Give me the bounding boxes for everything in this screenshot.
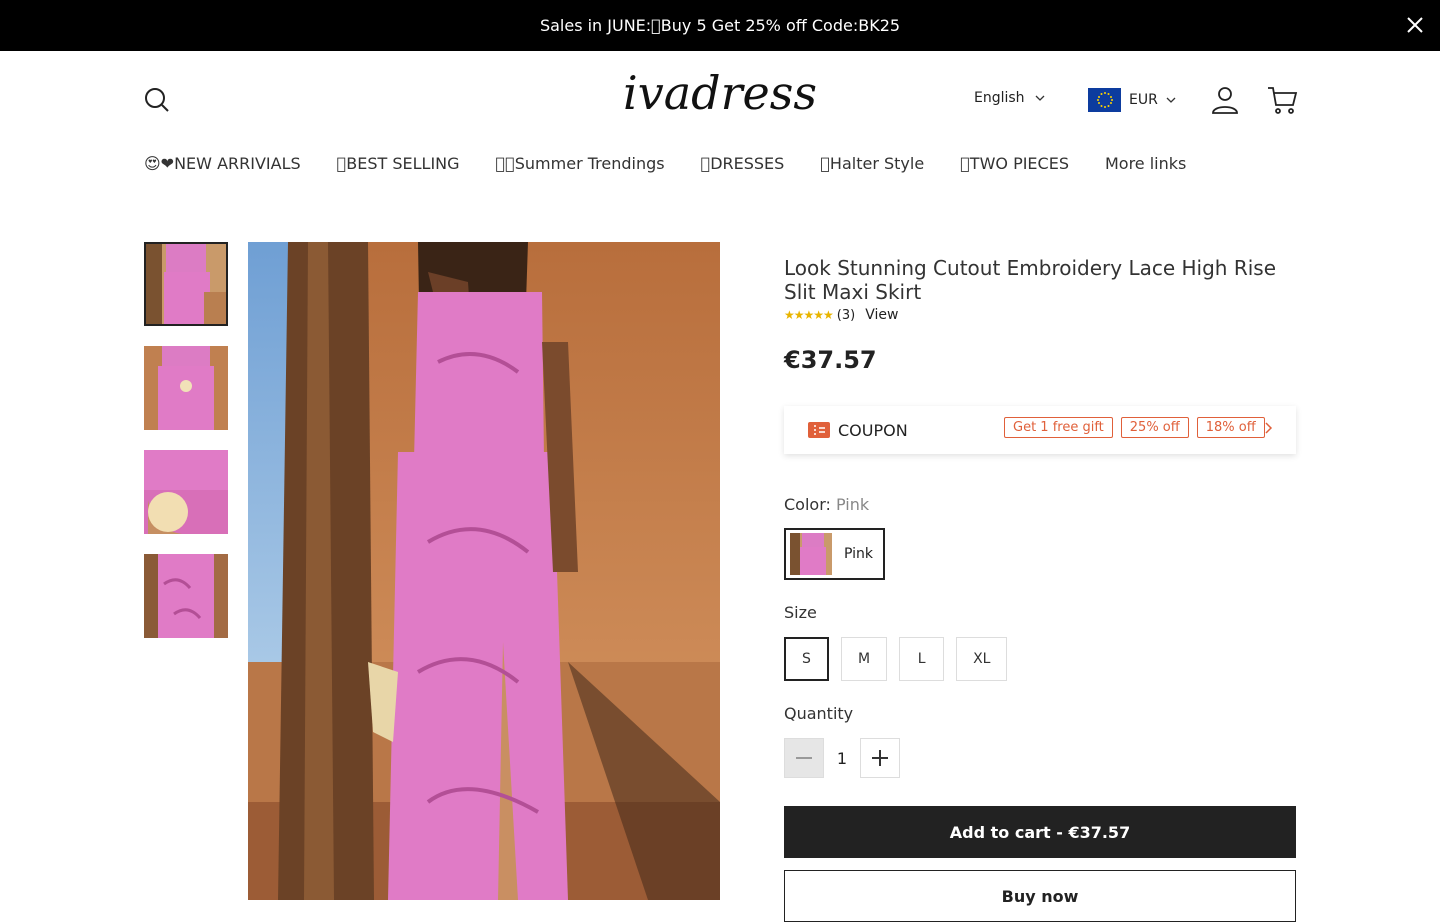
rating-row: ★★★★★ (3) View [784, 306, 1296, 324]
currency-label: EUR [1129, 92, 1158, 108]
product-price: €37.57 [784, 346, 877, 374]
quantity-increase-button[interactable] [860, 738, 900, 778]
thumbnail-gallery [144, 242, 228, 658]
size-option-m[interactable]: M [841, 637, 888, 681]
nav-item-more-links[interactable]: More links [1105, 146, 1186, 182]
search-icon[interactable] [144, 87, 170, 113]
language-label: English [974, 90, 1025, 106]
coupon-icon [808, 422, 830, 438]
size-option-l[interactable]: L [899, 637, 945, 681]
product-title: Look Stunning Cutout Embroidery Lace Hig… [784, 256, 1277, 304]
site-logo[interactable]: ivadress [620, 65, 820, 127]
size-option-s[interactable]: S [784, 637, 829, 681]
color-option-pink[interactable]: Pink [784, 528, 885, 580]
size-options: S M L XL [784, 637, 1008, 681]
coupon-banner[interactable]: COUPON Get 1 free gift 25% off 18% off [784, 406, 1296, 454]
quantity-label: Quantity [784, 704, 854, 723]
account-icon[interactable] [1210, 85, 1240, 115]
chevron-down-icon [1035, 95, 1045, 101]
plus-icon [872, 750, 888, 766]
product-info: Look Stunning Cutout Embroidery Lace Hig… [784, 256, 1296, 374]
quantity-stepper: 1 [784, 738, 900, 778]
svg-text:ivadress: ivadress [623, 66, 817, 120]
thumbnail-image[interactable] [144, 346, 228, 430]
thumbnail-image[interactable] [144, 554, 228, 638]
color-label: Color: [784, 495, 831, 514]
coupon-tag[interactable]: 25% off [1120, 417, 1189, 438]
quantity-decrease-button[interactable] [784, 738, 824, 778]
buy-now-button[interactable]: Buy now [784, 870, 1296, 922]
coupon-tags: Get 1 free gift 25% off 18% off [1004, 417, 1265, 438]
quantity-value[interactable]: 1 [824, 749, 860, 768]
coupon-tag[interactable]: Get 1 free gift [1004, 417, 1113, 438]
eu-flag-icon [1088, 88, 1121, 112]
size-option-xl[interactable]: XL [956, 637, 1008, 681]
color-option-label: Pink [844, 546, 874, 562]
size-label: Size [784, 603, 817, 622]
site-header: ivadress English EUR [0, 51, 1440, 146]
currency-selector[interactable]: EUR [1088, 88, 1176, 112]
add-to-cart-button[interactable]: Add to cart - €37.57 [784, 806, 1296, 858]
coupon-label: COUPON [838, 420, 908, 440]
language-selector[interactable]: English [974, 90, 1045, 106]
nav-item-dresses[interactable]:  DRESSES [701, 146, 785, 182]
color-swatch-image [790, 533, 832, 575]
nav-item-best-selling[interactable]:  BEST SELLING [337, 146, 460, 182]
chevron-down-icon [1166, 97, 1176, 103]
coupon-tag[interactable]: 18% off [1196, 417, 1265, 438]
close-icon[interactable] [1404, 14, 1426, 36]
product-main-image[interactable] [248, 242, 720, 900]
star-rating-icon: ★★★★★ [784, 308, 834, 322]
nav-item-two-pieces[interactable]:  TWO PIECES [960, 146, 1069, 182]
chevron-right-icon[interactable] [1264, 420, 1274, 436]
cart-icon[interactable] [1266, 85, 1298, 115]
minus-icon [796, 757, 812, 759]
color-label-row: Color: Pink [784, 495, 869, 514]
main-nav: 😍❤NEW ARRIVIALS  BEST SELLING   Summer T… [144, 146, 1186, 182]
color-value: Pink [835, 495, 870, 514]
view-reviews-link[interactable]: View [865, 307, 898, 323]
announcement-bar: Sales in JUNE: Buy 5 Get 25% off Code:BK… [0, 0, 1440, 51]
review-count: (3) [836, 307, 856, 323]
nav-item-halter-style[interactable]:  Halter Style [820, 146, 924, 182]
nav-item-summer-trendings[interactable]:   Summer Trendings [496, 146, 665, 182]
nav-item-new-arrivals[interactable]: 😍❤NEW ARRIVIALS [144, 146, 301, 182]
announcement-text: Sales in JUNE: Buy 5 Get 25% off Code:BK… [539, 16, 901, 35]
thumbnail-image[interactable] [144, 450, 228, 534]
thumbnail-image[interactable] [144, 242, 228, 326]
